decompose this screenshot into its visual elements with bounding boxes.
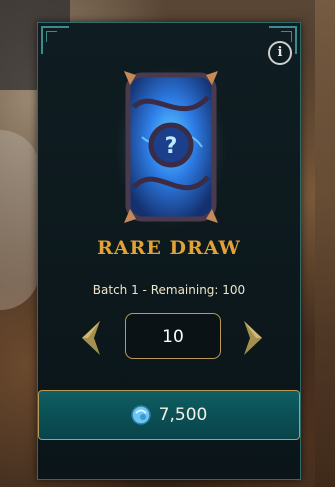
chevron-right-icon[interactable] (240, 319, 266, 357)
batch-remaining-label: Batch 1 - Remaining: 100 (92, 283, 246, 297)
draw-pack-panel: i ? RARE DRAW Batch 1 - Remaining: 100 1… (37, 22, 301, 480)
background-shape (0, 130, 40, 310)
card-back-art: ? (124, 71, 218, 223)
frame-corner-decoration (41, 26, 69, 54)
price-label: 7,500 (158, 405, 208, 425)
background-shape (315, 0, 335, 487)
card-back-image: ? (110, 59, 232, 235)
info-icon[interactable]: i (268, 41, 292, 65)
svg-text:?: ? (165, 134, 178, 159)
gem-icon (130, 405, 151, 425)
chevron-left-icon[interactable] (78, 319, 104, 357)
quantity-field[interactable]: 10 (125, 313, 221, 359)
buy-button[interactable]: 7,500 (38, 390, 300, 440)
pack-title: RARE DRAW (97, 237, 241, 259)
